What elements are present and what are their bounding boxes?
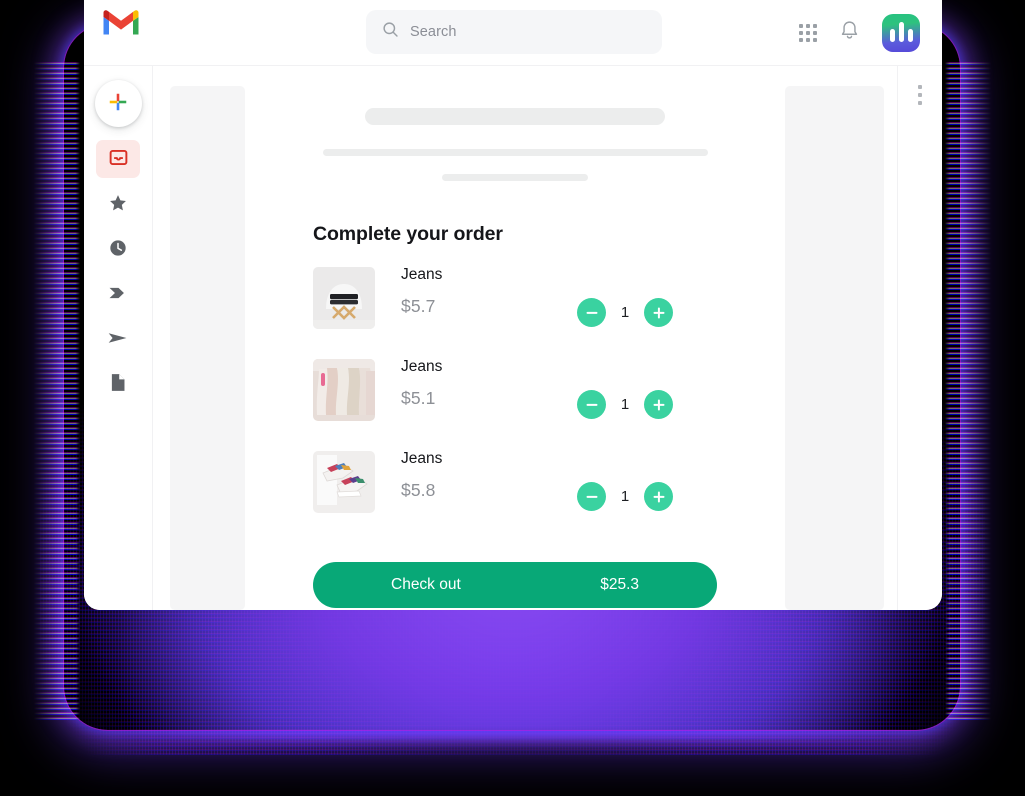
product-thumbnail (313, 267, 375, 329)
checkout-total: $25.3 (600, 576, 639, 593)
decrease-quantity-button[interactable] (577, 390, 606, 419)
order-title: Complete your order (313, 223, 503, 245)
product-thumbnail (313, 359, 375, 421)
sidebar-item-important[interactable] (96, 275, 140, 313)
product-row: Jeans $5.8 1 (313, 448, 717, 540)
app-body: Complete your order Jeans $5.7 1 Jeans $… (84, 66, 942, 610)
order-panel: Complete your order Jeans $5.7 1 Jeans $… (313, 223, 717, 608)
label-icon (107, 284, 129, 305)
product-row: Jeans $5.1 1 (313, 356, 717, 448)
right-rail (897, 66, 942, 610)
increase-quantity-button[interactable] (644, 482, 673, 511)
search-input[interactable]: Search (366, 10, 662, 54)
product-price: $5.7 (401, 296, 436, 316)
search-placeholder-text: Search (410, 24, 457, 40)
quantity-value: 1 (620, 304, 630, 321)
sidebar-item-snoozed[interactable] (96, 230, 140, 268)
skeleton-line-3 (442, 174, 588, 181)
topbar-actions (799, 14, 920, 52)
skeleton-line-1 (365, 108, 665, 125)
product-name: Jeans (401, 358, 443, 375)
decrease-quantity-button[interactable] (577, 298, 606, 327)
quantity-stepper: 1 (577, 390, 673, 419)
sidebar-item-sent[interactable] (96, 320, 140, 358)
checkout-button[interactable]: Check out $25.3 (313, 562, 717, 608)
product-info: Jeans $5.7 (401, 264, 577, 317)
left-placeholder-panel (170, 86, 245, 610)
product-row: Jeans $5.7 1 (313, 264, 717, 356)
sidebar (84, 66, 153, 610)
email-body: Complete your order Jeans $5.7 1 Jeans $… (245, 66, 785, 610)
product-price: $5.8 (401, 480, 436, 500)
quantity-value: 1 (620, 396, 630, 413)
increase-quantity-button[interactable] (644, 298, 673, 327)
sidebar-item-inbox[interactable] (96, 140, 140, 178)
send-icon (107, 329, 129, 350)
brand-app-icon[interactable] (882, 14, 920, 52)
plus-icon (107, 91, 129, 116)
quantity-value: 1 (620, 488, 630, 505)
screenshot-stage: Search Complete your order Jeans $5.7 1 … (0, 0, 1025, 796)
kebab-menu-icon[interactable] (914, 81, 926, 610)
right-placeholder-panel (785, 86, 884, 610)
checkout-label: Check out (391, 576, 461, 593)
inbox-icon (108, 147, 129, 171)
app-topbar: Search (84, 0, 942, 66)
product-info: Jeans $5.8 (401, 448, 577, 501)
sidebar-item-starred[interactable] (96, 185, 140, 223)
app-window-card: Search Complete your order Jeans $5.7 1 … (84, 0, 942, 610)
product-info: Jeans $5.1 (401, 356, 577, 409)
sidebar-item-drafts[interactable] (96, 365, 140, 403)
product-name: Jeans (401, 266, 443, 283)
compose-button[interactable] (94, 80, 142, 127)
search-icon (382, 21, 399, 43)
glow-edge-right (945, 60, 991, 720)
skeleton-placeholder-block (310, 94, 720, 181)
star-icon (108, 193, 128, 216)
bell-icon[interactable] (839, 19, 860, 47)
message-content-region: Complete your order Jeans $5.7 1 Jeans $… (153, 66, 942, 610)
product-name: Jeans (401, 450, 443, 467)
gmail-logo-icon (100, 6, 142, 38)
decrease-quantity-button[interactable] (577, 482, 606, 511)
product-price: $5.1 (401, 388, 436, 408)
product-thumbnail (313, 451, 375, 513)
skeleton-line-2 (322, 149, 708, 156)
clock-icon (108, 238, 128, 261)
glow-edge-left (34, 60, 80, 720)
apps-grid-icon[interactable] (799, 24, 817, 42)
increase-quantity-button[interactable] (644, 390, 673, 419)
quantity-stepper: 1 (577, 482, 673, 511)
document-icon (109, 372, 127, 396)
quantity-stepper: 1 (577, 298, 673, 327)
